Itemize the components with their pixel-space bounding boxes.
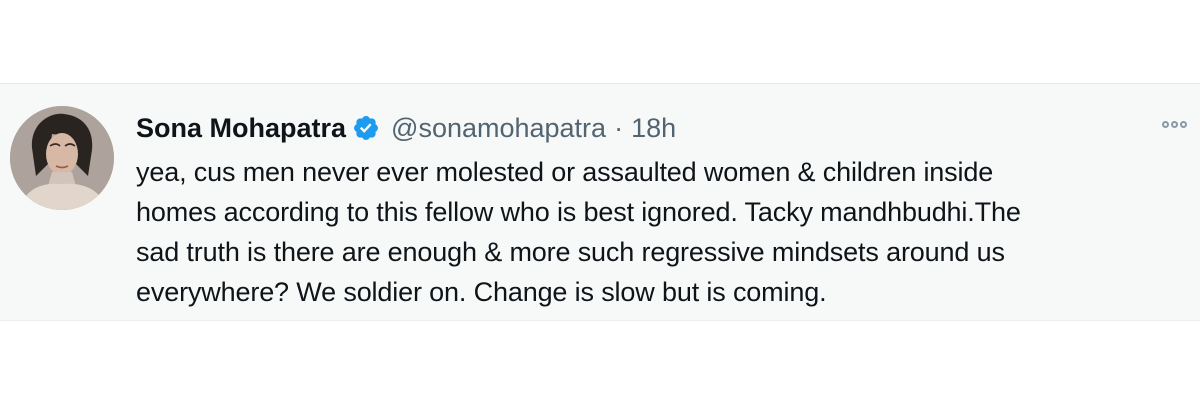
- tweet-text: yea, cus men never ever molested or assa…: [136, 157, 1021, 307]
- author-handle[interactable]: @sonamohapatra: [391, 113, 606, 144]
- header-separator: ·: [614, 112, 624, 143]
- avatar[interactable]: [10, 106, 114, 210]
- author-display-name[interactable]: Sona Mohapatra: [136, 113, 346, 144]
- tweet-card[interactable]: Sona Mohapatra @sonamohapatra · 18h yea,…: [0, 83, 1200, 321]
- more-options-icon: [1161, 120, 1187, 128]
- tweet-header: Sona Mohapatra @sonamohapatra · 18h: [136, 110, 1176, 146]
- tweet-body: Sona Mohapatra @sonamohapatra · 18h yea,…: [136, 110, 1176, 312]
- tweet-timestamp[interactable]: 18h: [631, 113, 676, 144]
- more-options-button[interactable]: [1156, 114, 1192, 134]
- verified-badge-icon: [352, 114, 380, 142]
- avatar-image: [10, 106, 114, 210]
